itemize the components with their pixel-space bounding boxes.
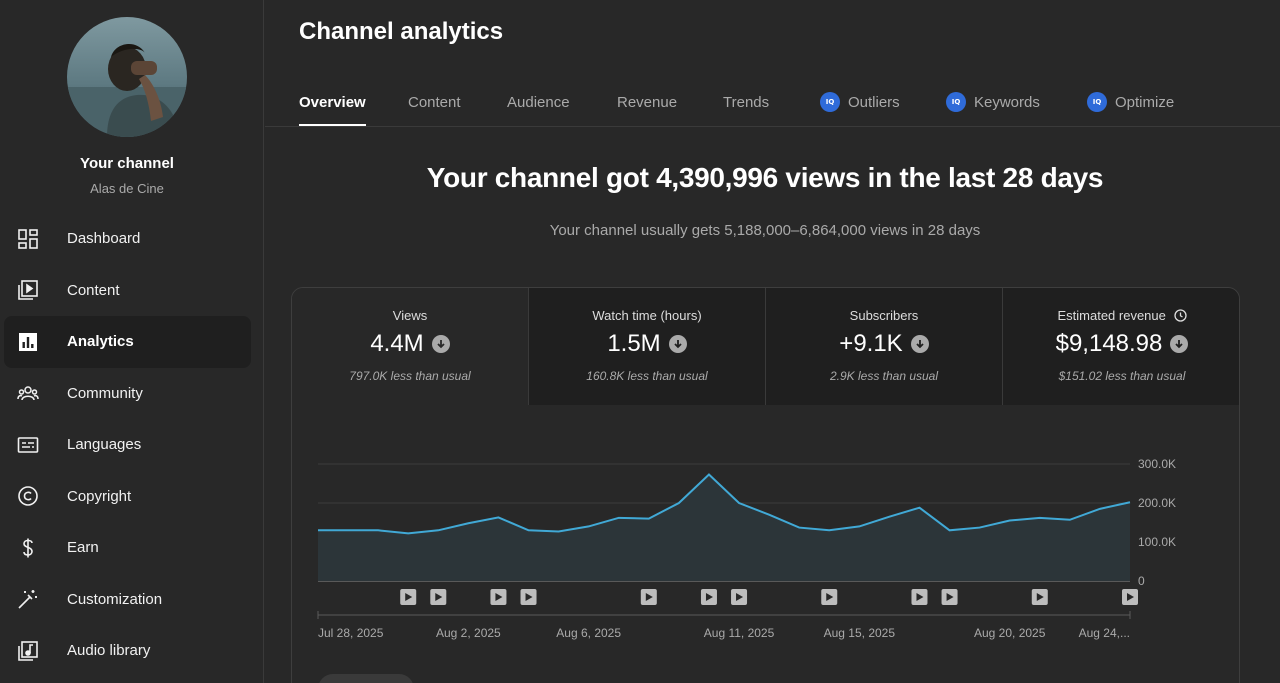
- audio-library-icon: [16, 639, 40, 663]
- tab-label: Keywords: [974, 93, 1040, 111]
- metric-comparison: 2.9K less than usual: [829, 369, 939, 383]
- iq-badge-icon: IQ: [1087, 92, 1107, 112]
- metric-tabs: Views 4.4M 797.0K less than usual Watch …: [292, 288, 1239, 405]
- sidebar-item-earn[interactable]: Earn: [4, 522, 251, 574]
- languages-icon: [16, 433, 40, 457]
- community-icon: [16, 381, 40, 405]
- metric-label: Estimated revenue: [1057, 308, 1166, 323]
- dashboard-icon: [16, 227, 40, 251]
- metric-value-row: $9,148.98: [1003, 330, 1239, 358]
- sidebar: Your channel Alas de Cine Dashboard Cont…: [0, 0, 264, 683]
- channel-avatar[interactable]: [67, 17, 187, 137]
- metric-revenue[interactable]: Estimated revenue $9,148.98 $151.02 less…: [1003, 288, 1239, 405]
- metrics-card: Views 4.4M 797.0K less than usual Watch …: [291, 287, 1240, 683]
- metric-label: Subscribers: [849, 308, 919, 323]
- sidebar-item-label: Community: [67, 384, 143, 402]
- tab-optimize[interactable]: IQ Optimize: [1087, 78, 1174, 126]
- tab-bar: Overview Content Audience Revenue Trends…: [265, 78, 1280, 127]
- sidebar-item-label: Languages: [67, 436, 142, 454]
- metric-comparison: 797.0K less than usual: [349, 369, 471, 383]
- channel-handle: Alas de Cine: [90, 181, 164, 196]
- tab-overview[interactable]: Overview: [299, 78, 366, 126]
- y-tick-label: 100.0K: [1138, 535, 1176, 549]
- x-tick-label: Jul 28, 2025: [318, 626, 384, 640]
- metric-label: Views: [392, 308, 428, 323]
- sidebar-item-label: Analytics: [67, 333, 134, 351]
- sidebar-item-analytics[interactable]: Analytics: [4, 316, 251, 368]
- tab-label: Audience: [507, 93, 570, 111]
- main-content: Channel analytics Overview Content Audie…: [265, 0, 1280, 683]
- metric-views[interactable]: Views 4.4M 797.0K less than usual: [292, 288, 529, 405]
- sidebar-item-label: Copyright: [67, 487, 132, 505]
- views-area: [318, 474, 1130, 581]
- tab-keywords[interactable]: IQ Keywords: [946, 78, 1040, 126]
- channel-name: Your channel: [80, 155, 174, 172]
- sidebar-item-label: Earn: [67, 539, 99, 557]
- x-tick-label: Aug 11, 2025: [704, 626, 775, 640]
- metric-comparison: 160.8K less than usual: [586, 369, 708, 383]
- views-headline: Your channel got 4,390,996 views in the …: [426, 162, 1104, 193]
- sidebar-item-dashboard[interactable]: Dashboard: [4, 213, 251, 265]
- metric-watch-time[interactable]: Watch time (hours) 1.5M 160.8K less than…: [529, 288, 766, 405]
- tab-revenue[interactable]: Revenue: [617, 78, 677, 126]
- sidebar-item-label: Dashboard: [67, 230, 141, 248]
- tab-outliers[interactable]: IQ Outliers: [820, 78, 900, 126]
- content-icon: [16, 278, 40, 302]
- arrow-down-icon: [910, 335, 929, 353]
- tab-audience[interactable]: Audience: [507, 78, 570, 126]
- y-tick-label: 200.0K: [1138, 496, 1176, 510]
- clock-icon: [1173, 309, 1187, 322]
- views-subline: Your channel usually gets 5,188,000–6,86…: [549, 222, 981, 239]
- sidebar-item-audio-library[interactable]: Audio library: [4, 625, 251, 677]
- sidebar-item-label: Content: [67, 281, 120, 299]
- metric-value: +9.1K: [839, 330, 903, 357]
- views-chart: 300.0K 200.0K 100.0K 0 Jul 28, 2025 Aug 2, 20…: [292, 405, 1239, 683]
- sidebar-nav: Dashboard Content Analytics Community La…: [4, 213, 251, 677]
- analytics-icon: [16, 330, 40, 354]
- tab-label: Optimize: [1115, 93, 1175, 111]
- metric-subscribers[interactable]: Subscribers +9.1K 2.9K less than usual: [766, 288, 1003, 405]
- metric-value: 4.4M: [370, 330, 424, 357]
- views-chart-svg: 300.0K 200.0K 100.0K 0 Jul 28, 2025 Aug 2, 20…: [317, 457, 1176, 640]
- metric-value-row: +9.1K: [766, 330, 1002, 358]
- page-title: Channel analytics: [299, 18, 504, 45]
- sidebar-item-copyright[interactable]: Copyright: [4, 471, 251, 523]
- sidebar-item-content[interactable]: Content: [4, 265, 251, 317]
- metric-comparison: $151.02 less than usual: [1058, 369, 1186, 383]
- copyright-icon: [16, 484, 40, 508]
- iq-badge-icon: IQ: [946, 92, 966, 112]
- see-more-button[interactable]: [318, 674, 414, 683]
- metric-label: Watch time (hours): [592, 308, 702, 323]
- arrow-down-icon: [1170, 335, 1189, 353]
- y-tick-label: 300.0K: [1138, 457, 1176, 471]
- tab-trends[interactable]: Trends: [723, 78, 769, 126]
- arrow-down-icon: [431, 335, 450, 353]
- metric-value-row: 4.4M: [292, 330, 528, 358]
- magic-wand-icon: [16, 587, 40, 611]
- tab-label: Trends: [723, 93, 770, 111]
- x-tick-label: Aug 15, 2025: [824, 626, 896, 640]
- sidebar-item-community[interactable]: Community: [4, 368, 251, 420]
- tab-label: Overview: [299, 93, 366, 111]
- tab-label: Outliers: [848, 93, 900, 111]
- sidebar-item-customization[interactable]: Customization: [4, 574, 251, 626]
- x-tick-label: Aug 6, 2025: [556, 626, 621, 640]
- x-tick-label: Aug 20, 2025: [974, 626, 1046, 640]
- iq-badge-icon: IQ: [820, 92, 840, 112]
- metric-value-row: 1.5M: [529, 330, 765, 358]
- tab-content[interactable]: Content: [408, 78, 461, 126]
- tab-label: Content: [408, 93, 461, 111]
- x-tick-label: Aug 24,...: [1079, 626, 1130, 640]
- metric-label-row: Estimated revenue: [1003, 308, 1239, 323]
- arrow-down-icon: [668, 335, 687, 353]
- sidebar-item-label: Audio library: [67, 642, 151, 660]
- dollar-icon: [16, 536, 40, 560]
- y-tick-label: 0: [1138, 574, 1145, 588]
- x-tick-label: Aug 2, 2025: [436, 626, 501, 640]
- sidebar-item-languages[interactable]: Languages: [4, 419, 251, 471]
- sidebar-item-label: Customization: [67, 590, 163, 608]
- metric-value: $9,148.98: [1055, 330, 1163, 357]
- metric-value: 1.5M: [607, 330, 661, 357]
- tab-label: Revenue: [617, 93, 678, 111]
